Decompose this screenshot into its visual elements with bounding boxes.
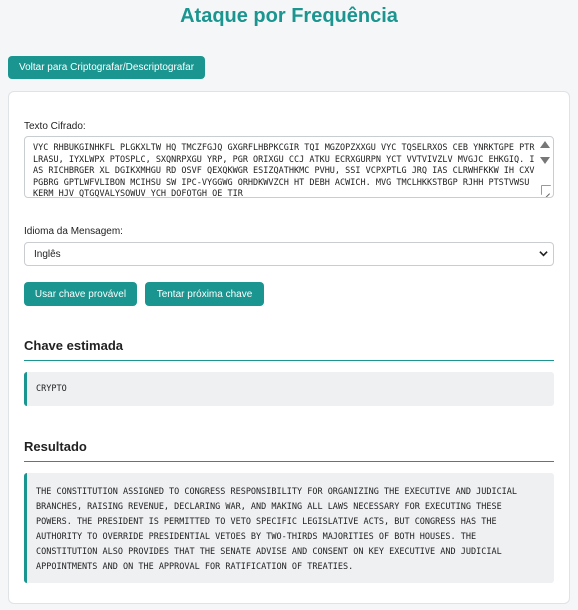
result-line: CONSTITUTION ALSO PROVIDES THAT THE SENA… (36, 547, 502, 557)
result-line: BRANCHES, RAISING REVENUE, DECLARING WAR… (36, 502, 502, 512)
resize-grip-icon[interactable] (541, 185, 551, 195)
language-label: Idioma da Mensagem: (24, 226, 123, 237)
scroll-down-icon[interactable] (540, 157, 550, 164)
estimated-key-box: CRYPTO (24, 372, 554, 406)
try-next-key-button[interactable]: Tentar próxima chave (145, 282, 264, 306)
attack-card: Texto Cifrado: VYC RHBUKGINHKFL PLGKXLTW… (8, 91, 570, 604)
cipher-text: VYC RHBUKGINHKFL PLGKXLTW HQ TMCZFGJQ GX… (33, 143, 535, 198)
result-box: THE CONSTITUTION ASSIGNED TO CONGRESS RE… (24, 473, 554, 583)
chevron-down-icon (539, 251, 548, 257)
scroll-up-icon[interactable] (540, 141, 550, 148)
result-line: AUTHORITY TO OVERRIDE PRESIDENTIAL VETOE… (36, 532, 477, 542)
result-line: THE CONSTITUTION ASSIGNED TO CONGRESS RE… (36, 487, 518, 497)
use-probable-key-button[interactable]: Usar chave provável (24, 282, 137, 306)
cipher-label: Texto Cifrado: (24, 121, 86, 132)
key-section-rule (24, 360, 554, 361)
result-line: POWERS. THE PRESIDENT IS PERMITTED TO VE… (36, 517, 497, 527)
result-line: APPOINTMENTS AND ON THE APPROVAL FOR RAT… (36, 562, 354, 572)
language-select[interactable]: Inglês (24, 242, 554, 266)
back-button[interactable]: Voltar para Criptografar/Descriptografar (8, 56, 205, 79)
page-title: Ataque por Frequência (180, 5, 398, 27)
language-selected-value: Inglês (34, 248, 61, 260)
result-section-rule (24, 461, 554, 462)
estimated-key-value: CRYPTO (36, 384, 67, 394)
key-section-title: Chave estimada (24, 338, 123, 353)
result-section-title: Resultado (24, 439, 87, 454)
cipher-textarea[interactable]: VYC RHBUKGINHKFL PLGKXLTW HQ TMCZFGJQ GX… (24, 136, 554, 198)
